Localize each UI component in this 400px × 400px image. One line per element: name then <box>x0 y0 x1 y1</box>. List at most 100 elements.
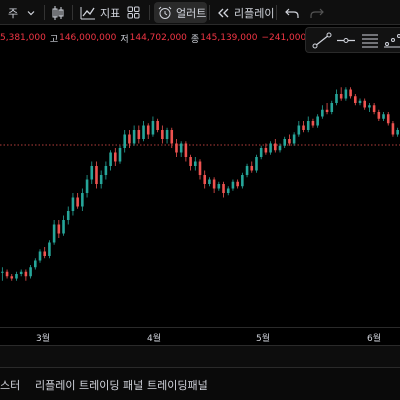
candle-body <box>368 105 371 108</box>
chevron-down-icon <box>27 10 35 15</box>
candle-body <box>95 166 98 184</box>
layout-button[interactable] <box>127 0 140 25</box>
candle <box>34 258 37 270</box>
candle <box>52 220 56 245</box>
ohlc-open-value: 5,381,000 <box>0 33 46 43</box>
tab-replay-trading-panel[interactable]: 리플레이 트레이딩 패널 <box>35 377 143 393</box>
candle <box>377 109 381 121</box>
candle-body <box>226 188 230 193</box>
candle-body <box>156 121 159 130</box>
candle <box>339 87 343 101</box>
candle <box>316 114 319 128</box>
tab-screener[interactable]: 스터 <box>0 377 20 393</box>
candle <box>217 181 221 191</box>
candle-body <box>66 211 70 220</box>
candle <box>302 121 305 133</box>
candle <box>222 181 225 198</box>
alert-button[interactable]: 얼러트 <box>158 0 206 25</box>
candle-body <box>109 152 112 166</box>
candle <box>344 87 348 101</box>
rewind-icon <box>218 8 229 17</box>
redo-button[interactable] <box>310 0 324 25</box>
candle-body <box>24 271 28 277</box>
candle-body <box>236 181 239 187</box>
tab-trading-panel[interactable]: 트레이딩패널 <box>147 377 208 393</box>
candle <box>184 141 188 162</box>
x-tick-label: 3월 <box>36 334 51 344</box>
time-axis: 3월 4월 5월 6월 <box>0 327 400 345</box>
candle <box>48 240 51 259</box>
candle-body <box>57 224 61 234</box>
candle-body <box>146 125 150 135</box>
candle <box>156 118 159 133</box>
candle-body <box>245 166 249 175</box>
candle <box>382 112 385 121</box>
candle-body <box>38 251 42 261</box>
toolbar-separator <box>276 5 277 20</box>
trend-line-icon[interactable] <box>312 32 332 49</box>
candle-body <box>81 193 84 207</box>
candle-chart-icon <box>52 5 64 20</box>
candle <box>161 125 164 144</box>
candle-body <box>123 134 126 148</box>
candle <box>259 145 263 160</box>
candle-body <box>292 134 296 144</box>
candle-body <box>76 197 79 207</box>
candle <box>137 125 141 144</box>
candle-body <box>170 130 174 144</box>
candle-body <box>372 105 376 112</box>
candle <box>212 177 216 193</box>
candle-body <box>358 100 362 103</box>
candle-body <box>29 267 32 277</box>
candle-body <box>198 161 202 175</box>
candle-body <box>114 152 117 162</box>
candle <box>354 94 357 106</box>
x-tick-label: 6월 <box>367 334 382 344</box>
candle-body <box>184 143 188 157</box>
candle <box>5 269 9 279</box>
candle-body <box>62 220 65 234</box>
ohlc-high-value: 146,000,000 <box>59 33 117 43</box>
bottom-panel-tabs: 스터 리플레이 트레이딩 패널 트레이딩패널 <box>0 368 400 400</box>
candle-body <box>10 276 14 279</box>
candle <box>226 186 230 196</box>
candle-body <box>339 94 343 99</box>
long-position-icon[interactable] <box>383 32 400 49</box>
candle-body <box>231 181 235 189</box>
candle <box>15 271 18 281</box>
candle-body <box>396 130 399 135</box>
candle-body <box>104 166 108 175</box>
candle-body <box>283 139 286 146</box>
fib-retracement-icon[interactable] <box>360 32 380 49</box>
indicators-button[interactable]: 지표 <box>80 0 120 25</box>
interval-selector[interactable]: 주 <box>8 0 36 25</box>
candle <box>330 100 334 115</box>
candle <box>368 103 371 112</box>
redo-icon <box>310 8 324 18</box>
alert-label: 얼러트 <box>176 6 207 20</box>
candle <box>57 220 61 238</box>
candle <box>194 157 197 171</box>
candle-body <box>363 100 366 108</box>
candle <box>95 161 98 189</box>
candle <box>1 267 4 281</box>
candle-body <box>311 121 315 126</box>
candle-body <box>208 179 211 184</box>
candle <box>142 121 145 142</box>
chart-type-button[interactable] <box>51 0 65 25</box>
candle-body <box>137 130 141 139</box>
candle-body <box>255 157 258 171</box>
candle <box>372 103 376 115</box>
candle-body <box>259 148 263 157</box>
x-tick-label: 5월 <box>256 334 271 344</box>
candle-body <box>90 166 94 180</box>
candle <box>189 154 192 171</box>
candle <box>85 175 89 198</box>
replay-button[interactable]: 리플레이 <box>216 0 274 25</box>
undo-button[interactable] <box>285 0 299 25</box>
price-chart[interactable] <box>0 60 400 327</box>
candle <box>255 154 258 173</box>
candle-body <box>330 103 334 112</box>
horizontal-ray-icon[interactable] <box>336 32 356 49</box>
candle <box>109 150 112 171</box>
